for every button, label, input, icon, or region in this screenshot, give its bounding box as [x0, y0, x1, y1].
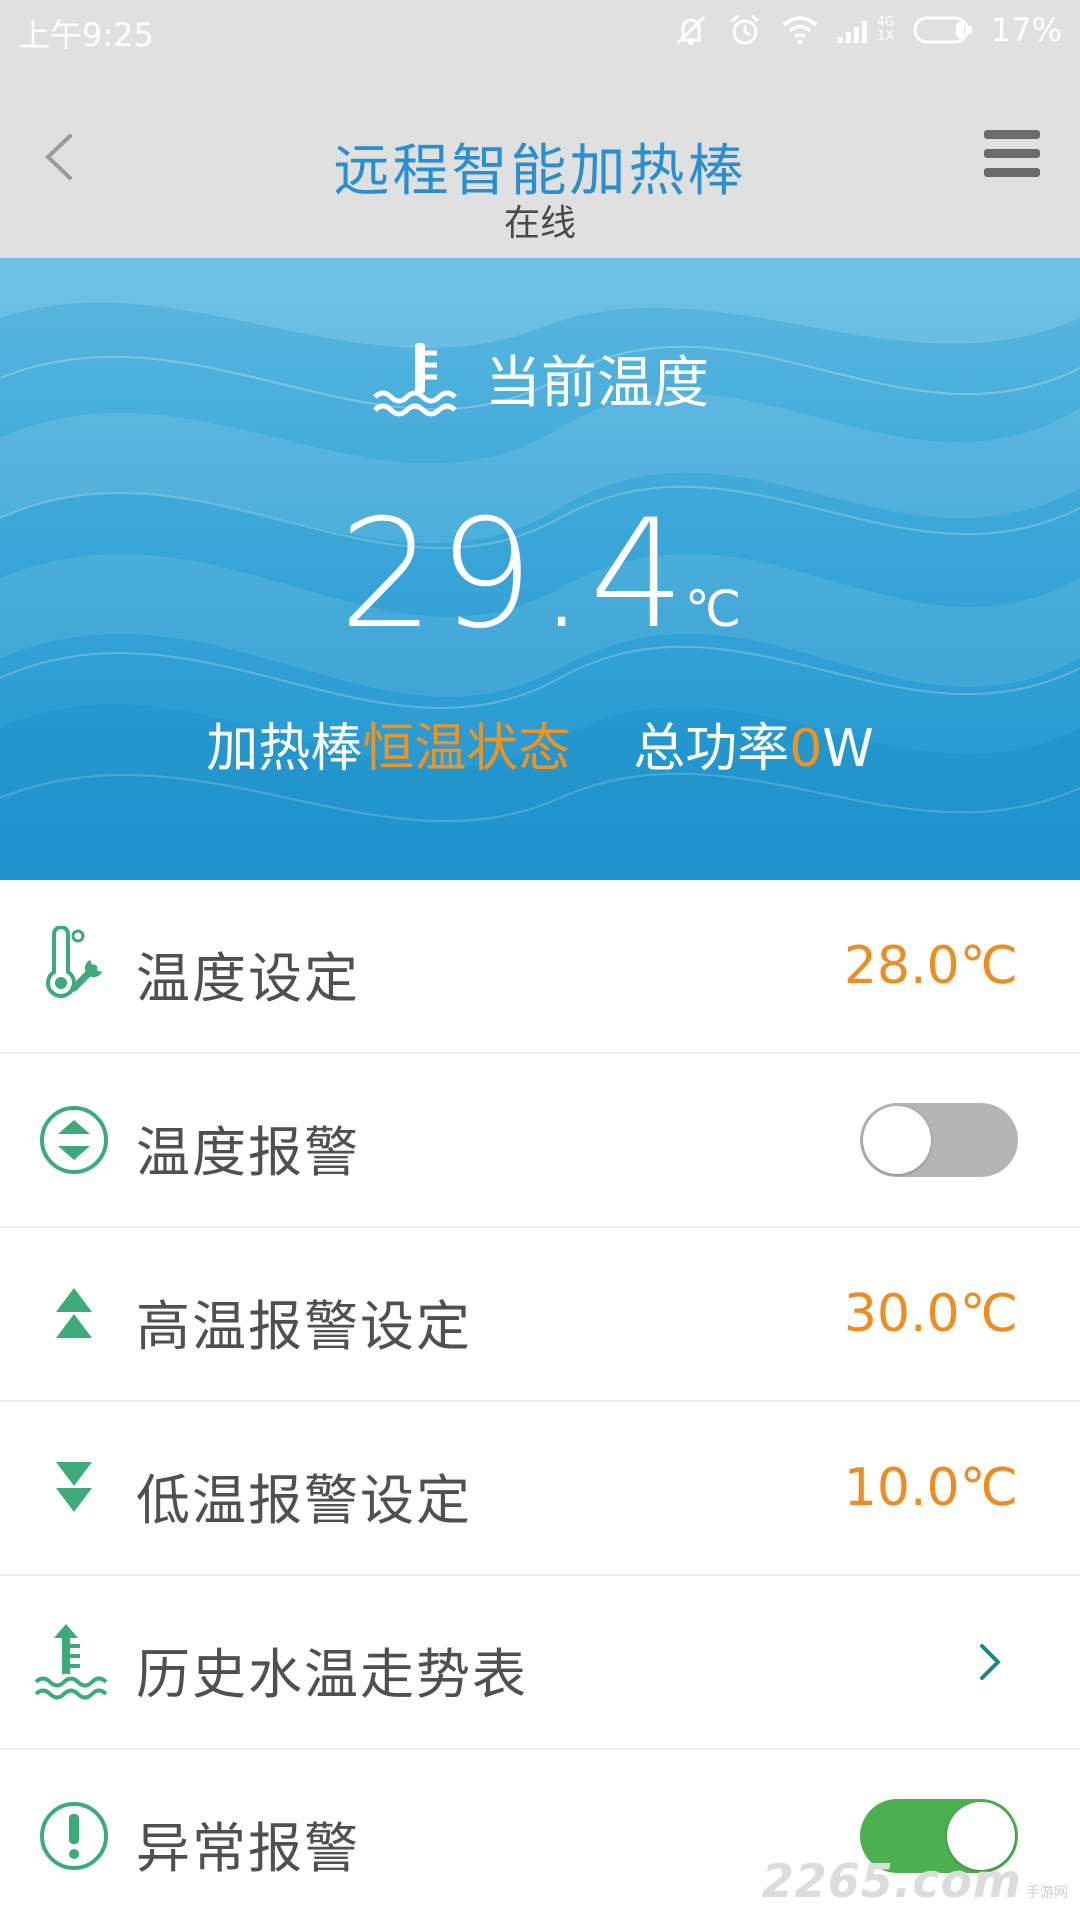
signal-icon: [837, 21, 867, 43]
watermark-side-text: 手游网: [1026, 1885, 1068, 1901]
current-temp-reading: 29.4℃: [0, 488, 1080, 662]
current-temp-value: 29.4: [338, 488, 689, 662]
hamburger-menu-icon: [984, 130, 1040, 177]
network-type: 4G 1X: [877, 16, 895, 44]
toggle-knob: [863, 1106, 931, 1174]
settings-list: 温度设定 28.0℃ 温度报警 高温报警设定 30.0℃ 低温报警设定 10.0…: [0, 880, 1080, 1920]
temp-setting-label: 温度设定: [136, 947, 360, 1010]
watermark-side: 手游网: [1026, 1884, 1068, 1902]
alarm-icon: [730, 14, 759, 45]
temp-alarm-toggle[interactable]: [860, 1103, 1018, 1177]
thermometer-wrench-icon: [46, 926, 102, 998]
status-bar: 上午9:25 4G 1X 17%: [0, 0, 1080, 62]
battery-icon: [913, 16, 972, 44]
watermark-main: 2265.com: [761, 1854, 1022, 1908]
current-temp-label-row: 当前温度: [0, 338, 1080, 419]
connection-status: 在线: [503, 203, 576, 244]
water-temp-trend-icon: [34, 1624, 108, 1700]
low-alarm-label: 低温报警设定: [136, 1469, 472, 1532]
total-power-unit: W: [822, 719, 874, 779]
heater-status-row: 加热棒恒温状态 总功率0W: [0, 706, 1080, 781]
mute-vibrate-icon: [676, 15, 705, 45]
abnormal-alarm-label: 异常报警: [136, 1817, 360, 1880]
high-alarm-label: 高温报警设定: [136, 1295, 472, 1358]
heater-status-value: 恒温状态: [362, 719, 571, 779]
row-temp-setting[interactable]: 温度设定 28.0℃: [0, 880, 1080, 1054]
double-down-arrow-icon: [56, 1462, 92, 1512]
chevron-right-icon: [980, 1644, 1001, 1680]
row-temp-alarm: 温度报警: [0, 1054, 1080, 1228]
site-watermark: 2265.com 手游网: [762, 1854, 1068, 1908]
exclamation-circle-icon: [40, 1802, 108, 1870]
row-history[interactable]: 历史水温走势表: [0, 1576, 1080, 1750]
wifi-icon: [782, 16, 817, 45]
row-low-alarm[interactable]: 低温报警设定 10.0℃: [0, 1402, 1080, 1576]
low-alarm-value[interactable]: 10.0℃: [844, 1458, 1018, 1518]
temp-alarm-label: 温度报警: [136, 1121, 360, 1184]
signal-group: 4G 1X: [837, 15, 895, 45]
top-bar: 上午9:25 4G 1X 17% 远程智能加热棒 在线: [0, 0, 1080, 258]
status-time: 上午9:25: [18, 16, 154, 54]
total-power-value: 0: [789, 719, 823, 779]
current-temp-label: 当前温度: [485, 351, 709, 416]
menu-button[interactable]: [982, 124, 1042, 184]
high-alarm-value[interactable]: 30.0℃: [844, 1284, 1018, 1344]
up-down-circle-icon: [40, 1106, 108, 1174]
network-type-top: 4G: [876, 15, 895, 30]
current-temp-unit: ℃: [684, 580, 742, 638]
app-bar: 远程智能加热棒 在线: [0, 62, 1080, 258]
heater-status-prefix: 加热棒: [206, 719, 363, 779]
double-up-arrow-icon: [56, 1288, 92, 1338]
history-label: 历史水温走势表: [136, 1643, 528, 1706]
current-temperature-panel: 当前温度 29.4℃ 加热棒恒温状态 总功率0W: [0, 258, 1080, 880]
row-high-alarm[interactable]: 高温报警设定 30.0℃: [0, 1228, 1080, 1402]
status-icons: 4G 1X 17%: [673, 8, 1062, 52]
water-thermometer-icon: [373, 342, 457, 416]
battery-percent: 17%: [990, 11, 1062, 49]
network-type-bottom: 1X: [877, 29, 895, 44]
temp-setting-value[interactable]: 28.0℃: [844, 936, 1018, 996]
screen: 上午9:25 4G 1X 17% 远程智能加热棒 在线 当前温度 29.4℃ 加…: [0, 0, 1080, 1920]
total-power-prefix: 总功率: [633, 719, 790, 779]
